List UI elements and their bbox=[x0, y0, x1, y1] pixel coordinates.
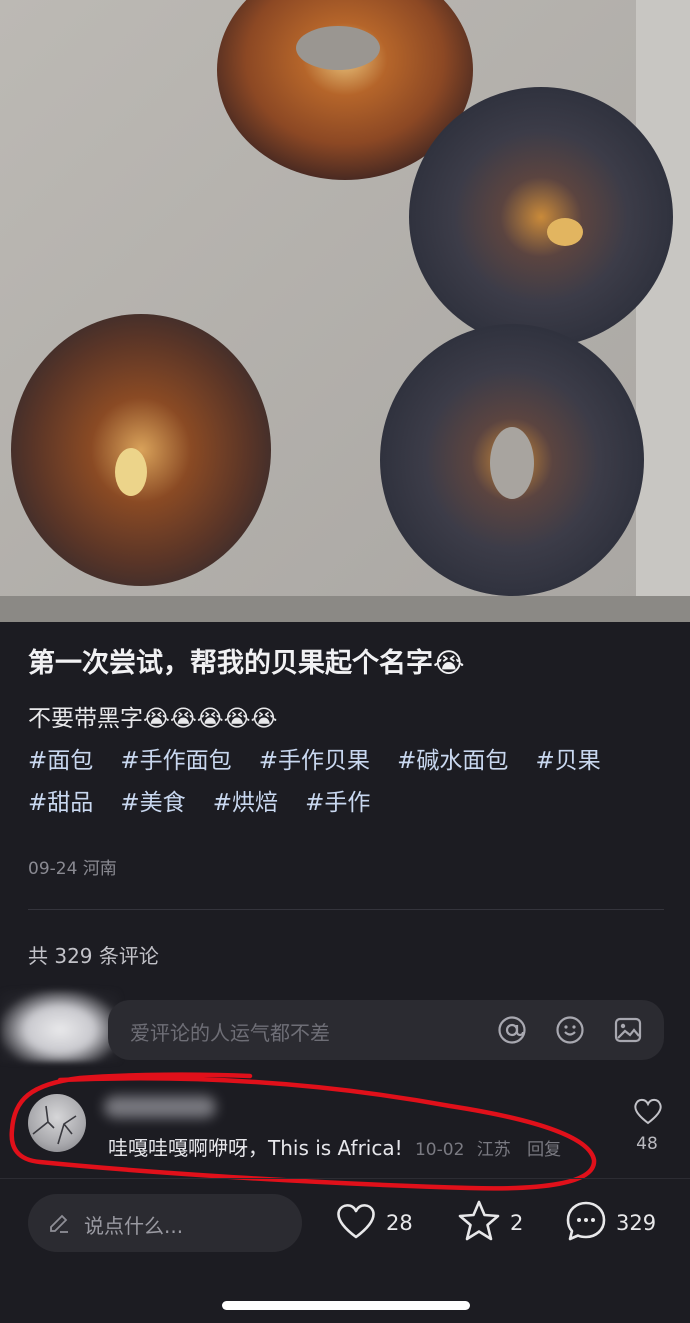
post-title: 第一次尝试，帮我的贝果起个名字😭 bbox=[28, 648, 465, 679]
comment-bubble-icon bbox=[564, 1199, 608, 1247]
comment-button[interactable]: 329 bbox=[564, 1200, 656, 1246]
comment-input[interactable]: 爱评论的人运气都不差 bbox=[108, 1000, 664, 1060]
tag-list: #面包 #手作面包 #手作贝果 #碱水面包 #贝果 #甜品 #美食 #烘焙 #手… bbox=[28, 740, 668, 824]
divider bbox=[28, 909, 664, 910]
tag-link[interactable]: #贝果 bbox=[536, 740, 601, 782]
comment-item: 哇嘎哇嘎啊咿呀，This is Africa! 10-02 江苏 回复 48 bbox=[0, 1084, 690, 1184]
commenter-name[interactable] bbox=[104, 1096, 216, 1118]
divider bbox=[0, 1178, 690, 1179]
tag-link[interactable]: #甜品 bbox=[28, 782, 93, 824]
like-button[interactable]: 28 bbox=[334, 1200, 413, 1246]
comment-like-count: 48 bbox=[636, 1134, 658, 1154]
comment-input-placeholder: 爱评论的人运气都不差 bbox=[130, 1021, 330, 1045]
heart-icon bbox=[632, 1098, 664, 1130]
tag-link[interactable]: #手作面包 bbox=[120, 740, 231, 782]
tag-link[interactable]: #面包 bbox=[28, 740, 93, 782]
image-icon[interactable] bbox=[612, 1014, 644, 1046]
heart-icon bbox=[334, 1201, 378, 1245]
tag-link[interactable]: #手作 bbox=[305, 782, 370, 824]
commenter-avatar[interactable] bbox=[28, 1094, 86, 1152]
tag-link[interactable]: #碱水面包 bbox=[397, 740, 508, 782]
post-meta: 09-24 河南 bbox=[28, 854, 117, 879]
post-date: 09-24 bbox=[28, 859, 78, 879]
emoji-icon[interactable] bbox=[554, 1014, 586, 1046]
favorite-count: 2 bbox=[510, 1211, 524, 1235]
at-icon[interactable] bbox=[496, 1014, 528, 1046]
post-body: 不要带黑字😭😭😭😭😭 bbox=[28, 706, 278, 732]
comment-line: 哇嘎哇嘎啊咿呀，This is Africa! 10-02 江苏 回复 bbox=[108, 1132, 561, 1161]
tag-link[interactable]: #美食 bbox=[120, 782, 185, 824]
favorite-button[interactable]: 2 bbox=[456, 1200, 523, 1246]
comment-like-button[interactable] bbox=[628, 1096, 668, 1130]
home-indicator[interactable] bbox=[222, 1301, 470, 1310]
post-location: 河南 bbox=[82, 859, 117, 879]
avatar bbox=[0, 990, 120, 1062]
say-something-input[interactable]: 说点什么... bbox=[28, 1194, 302, 1252]
comment-date: 10-02 bbox=[414, 1140, 465, 1160]
post-image[interactable] bbox=[0, 0, 690, 622]
star-icon bbox=[456, 1199, 502, 1247]
pen-icon bbox=[48, 1212, 70, 1238]
reply-button[interactable]: 回复 bbox=[527, 1140, 561, 1160]
tag-link[interactable]: #手作贝果 bbox=[259, 740, 370, 782]
comment-total: 329 bbox=[616, 1211, 657, 1235]
like-count: 28 bbox=[386, 1211, 413, 1235]
comment-location: 江苏 bbox=[476, 1140, 511, 1160]
say-something-placeholder: 说点什么... bbox=[84, 1214, 184, 1238]
comment-count: 共 329 条评论 bbox=[28, 944, 159, 968]
comment-text: 哇嘎哇嘎啊咿呀，This is Africa! bbox=[108, 1136, 403, 1160]
tag-link[interactable]: #烘焙 bbox=[213, 782, 278, 824]
